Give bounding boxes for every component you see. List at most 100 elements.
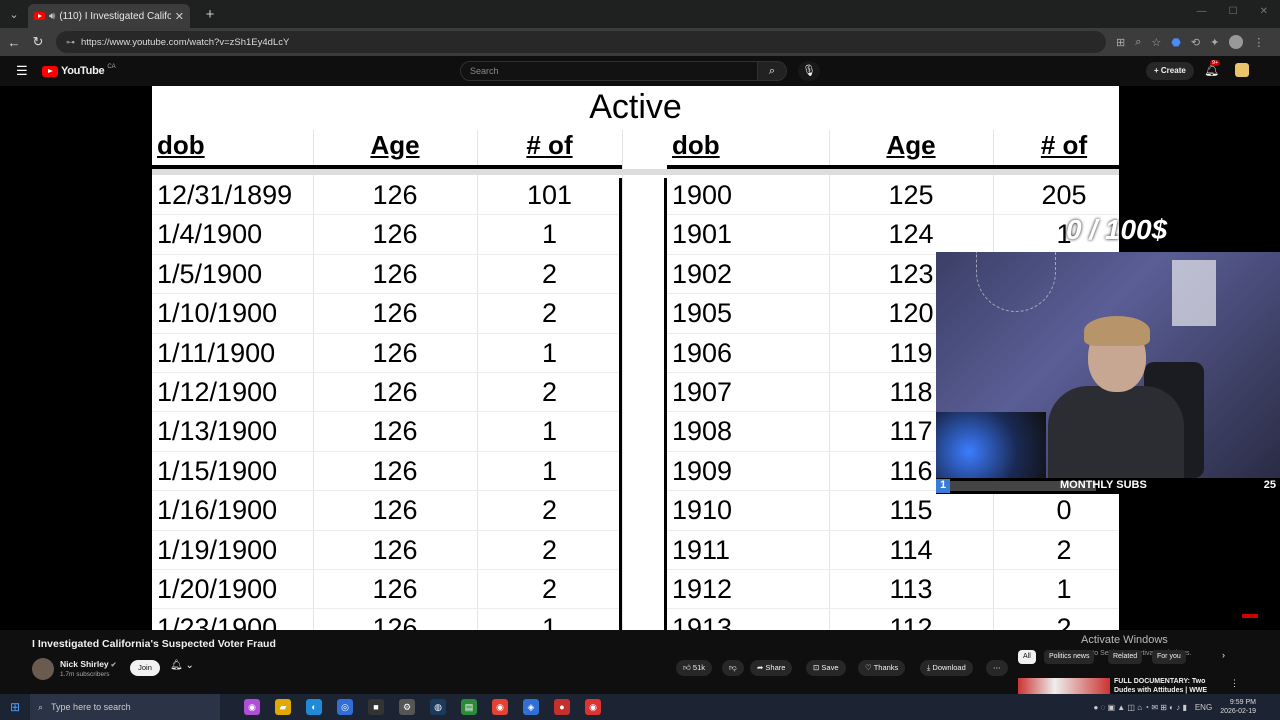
edge-browser-icon[interactable]: ◐: [306, 699, 322, 715]
create-label: Create: [1160, 66, 1186, 75]
create-button[interactable]: + Create: [1146, 62, 1194, 80]
steam-icon[interactable]: ◍: [430, 699, 446, 715]
chip-politics-news[interactable]: Politics news: [1044, 650, 1095, 664]
maximize-icon[interactable]: ☐: [1229, 6, 1238, 17]
taskbar-app-icon[interactable]: ●: [554, 699, 570, 715]
right-dob-cell: 1900: [672, 180, 733, 210]
left-dob-cell: 1/19/1900: [157, 534, 278, 565]
save-button[interactable]: ⊡ Save: [806, 660, 846, 676]
refresh-extension-icon[interactable]: ⟲: [1191, 36, 1200, 49]
recommendation-thumbnail[interactable]: [1018, 678, 1110, 694]
right-dob-cell: 1907: [672, 377, 733, 407]
new-tab-button[interactable]: +: [198, 6, 222, 23]
browser-tab-active[interactable]: 🔊︎ (110) I Investigated California ✕: [28, 4, 190, 28]
account-avatar[interactable]: [1235, 63, 1249, 77]
left-dob-cell: 1/4/1900: [157, 219, 263, 250]
join-button[interactable]: Join: [130, 660, 160, 676]
extension-icon[interactable]: ⬣: [1171, 36, 1181, 49]
close-window-icon[interactable]: ✕: [1260, 6, 1268, 17]
channel-name-row[interactable]: Nick Shirley ✔: [60, 659, 117, 669]
right-age-cell: 112: [889, 613, 933, 630]
taskbar-search[interactable]: ⌕ Type here to search: [30, 694, 220, 720]
taskbar-app-icon[interactable]: ◎: [337, 699, 353, 715]
right-count-cell: 2: [1056, 534, 1072, 565]
download-button[interactable]: ⤓ Download: [920, 660, 973, 676]
left-count-cell: 2: [541, 258, 558, 289]
left-count-cell: 1: [541, 613, 558, 630]
windows-start-icon[interactable]: ⊞: [0, 700, 30, 714]
file-explorer-icon[interactable]: ▰: [275, 699, 291, 715]
chip-all[interactable]: All: [1018, 650, 1036, 664]
recommendation-title[interactable]: FULL DOCUMENTARY: Two Dudes with Attitud…: [1114, 677, 1224, 694]
menu-icon[interactable]: ☰: [16, 63, 28, 79]
country-code: CA: [107, 64, 116, 70]
right-count-cell: 0: [1056, 495, 1072, 526]
url-field[interactable]: ⊶ https://www.youtube.com/watch?v=zSh1Ey…: [56, 31, 1106, 53]
left-header-count: # of: [526, 130, 573, 160]
taskbar-search-icon: ⌕: [38, 701, 44, 712]
left-dob-cell: 1/10/1900: [157, 298, 278, 329]
dislike-button[interactable]: 👎︎: [722, 660, 744, 676]
speaker-icon[interactable]: 🔊︎: [49, 11, 55, 22]
youtube-logo[interactable]: YouTube CA: [42, 64, 116, 77]
tab-search-chevron-icon[interactable]: ⌄: [0, 0, 28, 28]
channel-avatar[interactable]: [32, 658, 54, 680]
minimize-icon[interactable]: —: [1197, 6, 1207, 17]
bookmark-star-icon[interactable]: ☆: [1151, 36, 1161, 49]
download-icon: ⤓: [927, 663, 931, 672]
chip-for-you[interactable]: For you: [1152, 650, 1186, 664]
search-input[interactable]: Search: [460, 61, 758, 81]
left-age-cell: 126: [372, 613, 418, 630]
video-info-area: I Investigated California's Suspected Vo…: [0, 630, 1280, 694]
video-player[interactable]: Active dob Age # of dob Age # of 12/31/1899 126…: [0, 86, 1280, 630]
download-label: Download: [932, 663, 966, 672]
left-dob-cell: 1/15/1900: [157, 455, 278, 486]
left-age-cell: 126: [372, 534, 418, 565]
close-tab-icon[interactable]: ✕: [175, 10, 184, 23]
taskbar-app-icon[interactable]: ■: [368, 699, 384, 715]
left-count-cell: 2: [541, 377, 558, 407]
left-count-cell: 2: [541, 534, 558, 565]
language-indicator[interactable]: ENG: [1195, 703, 1212, 712]
subs-label: MONTHLY SUBS: [1060, 479, 1147, 491]
share-button[interactable]: ➦ Share: [750, 660, 793, 676]
chip-related[interactable]: Related: [1108, 650, 1143, 664]
taskbar-app-icon[interactable]: ◈: [523, 699, 539, 715]
right-header-age: Age: [886, 130, 936, 160]
browser-menu-icon[interactable]: ⋮: [1253, 36, 1264, 49]
taskbar-app-icon[interactable]: ▤: [461, 699, 477, 715]
more-actions-button[interactable]: ⋯: [986, 660, 1008, 676]
back-arrow-icon[interactable]: ←: [2, 35, 26, 50]
right-count-cell: 2: [1056, 613, 1072, 630]
share-icon: ➦: [757, 663, 764, 672]
left-count-cell: 2: [541, 495, 558, 526]
right-age-cell: 125: [888, 180, 934, 210]
slide-title: Active: [589, 88, 682, 126]
taskbar-app-icon[interactable]: ◉: [244, 699, 260, 715]
channel-name[interactable]: Nick Shirley: [60, 659, 109, 669]
left-age-cell: 126: [372, 337, 418, 368]
zoom-icon[interactable]: ⌕: [1135, 36, 1141, 49]
microphone-icon[interactable]: 🎙︎: [798, 61, 820, 81]
table-divider-right: [664, 178, 667, 630]
subscribe-bell-icon[interactable]: 🔔︎ ⌄: [170, 660, 194, 671]
profile-avatar[interactable]: [1229, 35, 1244, 49]
streamer-hair: [1084, 316, 1150, 346]
tray-icons[interactable]: ● ◌ ▣ ▲ ◫ ⌂ ◔ ✉ ⊞ ◐ ♪ ▮: [1093, 703, 1186, 712]
recommendation-menu-icon[interactable]: ⋮: [1230, 678, 1239, 689]
reload-icon[interactable]: ↻: [26, 34, 50, 50]
clock[interactable]: 9:59 PM 2026-02-19: [1220, 698, 1256, 716]
like-button[interactable]: 👍︎ 51k: [676, 660, 713, 676]
chrome-icon[interactable]: ◉: [492, 699, 508, 715]
search-icon[interactable]: ⌕: [757, 61, 787, 81]
left-count-cell: 1: [541, 337, 558, 368]
settings-gear-icon[interactable]: ⚙: [399, 699, 415, 715]
chips-next-icon[interactable]: ›: [1222, 650, 1225, 660]
extensions-puzzle-icon[interactable]: ✦: [1210, 36, 1219, 49]
tab-group-icon[interactable]: ⊞: [1116, 36, 1125, 49]
site-info-icon[interactable]: ⊶: [66, 37, 75, 48]
obs-record-icon[interactable]: ◉: [585, 699, 601, 715]
thanks-button[interactable]: ♡ Thanks: [858, 660, 906, 676]
right-dob-cell: 1910: [672, 495, 733, 526]
sub-goal-overlay: 0 / 100$: [1066, 214, 1168, 245]
